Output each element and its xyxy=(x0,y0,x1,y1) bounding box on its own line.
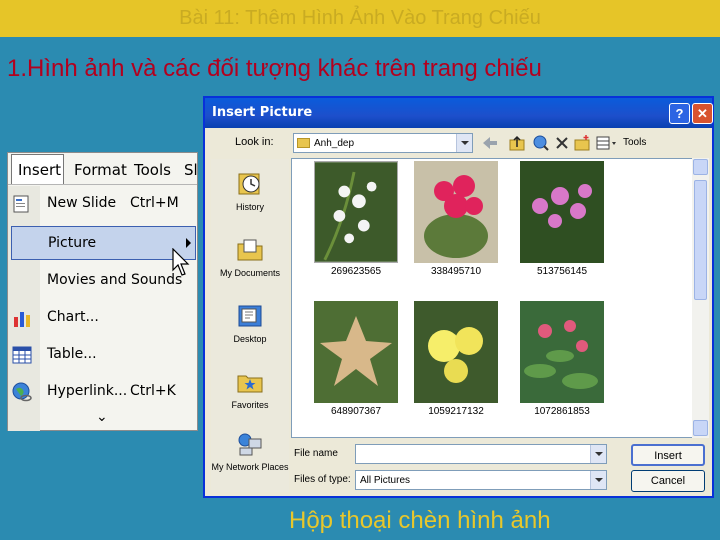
mouse-cursor-icon xyxy=(172,248,190,276)
back-icon[interactable] xyxy=(481,134,499,152)
cancel-button[interactable]: Cancel xyxy=(631,470,705,492)
file-thumbnail[interactable]: 338495710 xyxy=(414,161,498,283)
filetype-value: All Pictures xyxy=(360,475,411,486)
place-label: My Network Places xyxy=(211,462,289,472)
help-button[interactable]: ? xyxy=(669,103,690,124)
place-my-network-places[interactable]: My Network Places xyxy=(211,425,289,491)
file-thumbnail[interactable]: 513756145 xyxy=(520,161,604,283)
menu-tools[interactable]: Tools xyxy=(134,161,171,179)
file-thumbnail[interactable]: 1072861853 xyxy=(520,301,604,423)
dialog-titlebar[interactable]: Insert Picture ? ✕ xyxy=(205,98,713,128)
menu-item-label: Picture xyxy=(48,235,97,251)
cactus-yellow-flower-thumbnail-icon xyxy=(414,301,498,403)
cactus-pink-flower-thumbnail-icon xyxy=(414,161,498,263)
lotus-pond-thumbnail-icon xyxy=(520,301,604,403)
places-bar: History My Documents Desktop Favorites M… xyxy=(211,159,289,492)
menu-item-label: Table... xyxy=(47,346,97,362)
file-name: 513756145 xyxy=(536,266,588,277)
file-name: 338495710 xyxy=(430,266,482,277)
place-favorites[interactable]: Favorites xyxy=(211,363,289,429)
search-web-icon[interactable] xyxy=(532,134,550,152)
menu-item-label: Movies and Sounds xyxy=(47,272,183,288)
chevron-down-icon[interactable] xyxy=(590,445,606,463)
menu-bar: Insert Format Tools Sl xyxy=(8,153,198,185)
folder-icon xyxy=(297,138,310,148)
insert-menu: Insert Format Tools Sl New Slide Ctrl+M … xyxy=(7,152,198,431)
file-list-scrollbar[interactable] xyxy=(692,158,709,438)
file-name: 269623565 xyxy=(330,266,382,277)
chevron-down-icon[interactable] xyxy=(590,471,606,489)
file-name: 1072861853 xyxy=(534,406,590,417)
place-my-documents[interactable]: My Documents xyxy=(211,231,289,297)
new-folder-icon[interactable] xyxy=(573,134,591,152)
menu-format[interactable]: Format xyxy=(74,161,127,179)
stapelia-flower-thumbnail-icon xyxy=(314,301,398,403)
lookin-value: Anh_dep xyxy=(314,138,355,149)
place-desktop[interactable]: Desktop xyxy=(211,297,289,363)
tools-menu[interactable]: Tools xyxy=(623,137,646,148)
white-flowers-thumbnail-icon xyxy=(314,161,398,263)
filetype-label: Files of type: xyxy=(294,474,351,485)
menu-item-new-slide[interactable]: New Slide Ctrl+M xyxy=(8,187,197,221)
menu-item-label: New Slide xyxy=(47,195,117,211)
my-documents-folder-icon xyxy=(237,239,263,261)
orchid-thumbnail-icon xyxy=(520,161,604,263)
file-name: 648907367 xyxy=(330,406,382,417)
history-clock-icon xyxy=(238,173,260,195)
menu-item-label: Hyperlink... xyxy=(47,383,128,399)
scroll-down-button[interactable] xyxy=(693,420,708,436)
dialog-title: Insert Picture xyxy=(212,105,313,120)
scroll-up-button[interactable] xyxy=(693,159,708,175)
close-button[interactable]: ✕ xyxy=(692,103,713,124)
menu-insert[interactable]: Insert xyxy=(11,154,64,184)
place-history[interactable]: History xyxy=(211,165,289,231)
file-name: 1059217132 xyxy=(428,406,484,417)
up-folder-icon[interactable] xyxy=(508,134,526,152)
filetype-select[interactable]: All Pictures xyxy=(355,470,607,490)
menu-item-shortcut: Ctrl+K xyxy=(130,383,176,399)
network-places-icon xyxy=(238,433,262,456)
file-thumbnail[interactable]: 648907367 xyxy=(314,301,398,423)
menu-item-picture[interactable]: Picture xyxy=(11,226,196,260)
submenu-arrow-icon xyxy=(186,238,191,248)
slide-caption: Hộp thoại chèn hình ảnh xyxy=(289,507,551,534)
place-label: History xyxy=(235,202,264,212)
place-label: Favorites xyxy=(231,400,269,410)
place-label: My Documents xyxy=(219,268,281,278)
insert-button[interactable]: Insert xyxy=(631,444,705,466)
menu-item-shortcut: Ctrl+M xyxy=(130,195,179,211)
favorites-star-icon xyxy=(237,375,263,393)
chevron-down-icon[interactable] xyxy=(456,134,472,152)
delete-icon[interactable] xyxy=(554,134,570,152)
menu-item-label: Chart... xyxy=(47,309,99,325)
file-thumbnail[interactable]: 1059217132 xyxy=(414,301,498,423)
table-icon xyxy=(12,346,32,364)
new-slide-icon xyxy=(13,195,29,213)
chart-icon xyxy=(14,312,30,327)
file-thumbnail[interactable]: 269623565 xyxy=(314,161,398,283)
menu-item-table[interactable]: Table... xyxy=(8,338,197,372)
filename-label: File name xyxy=(294,448,338,459)
file-list: 269623565 338495710 513756145 648907367 xyxy=(291,158,693,438)
hyperlink-globe-icon xyxy=(12,382,32,402)
views-icon[interactable] xyxy=(595,134,619,152)
menu-item-hyperlink[interactable]: Hyperlink... Ctrl+K xyxy=(8,375,197,409)
filename-input[interactable] xyxy=(355,444,607,464)
scrollbar-thumb[interactable] xyxy=(694,180,707,300)
menu-item-chart[interactable]: Chart... xyxy=(8,301,197,335)
menu-slideshow[interactable]: Sl xyxy=(184,161,198,179)
lookin-dropdown[interactable]: Anh_dep xyxy=(293,133,473,153)
insert-picture-dialog: Insert Picture ? ✕ Look in: Anh_dep Tool… xyxy=(203,96,714,498)
desktop-icon xyxy=(238,305,262,327)
slide-heading: 1.Hình ảnh và các đối tượng khác trên tr… xyxy=(7,55,542,82)
lookin-label: Look in: xyxy=(235,136,274,148)
menu-item-movies-sounds[interactable]: Movies and Sounds xyxy=(8,264,197,298)
slide-banner: Bài 11: Thêm Hình Ảnh Vào Trang Chiếu xyxy=(0,0,720,37)
expand-menu-chevron-icon[interactable]: ⌄ xyxy=(96,409,108,425)
place-label: Desktop xyxy=(233,334,267,344)
